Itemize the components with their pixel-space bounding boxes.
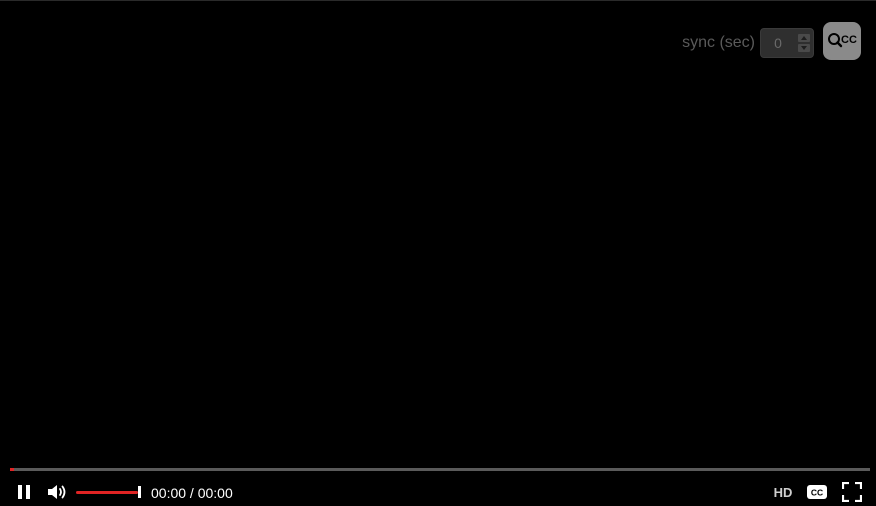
sync-seconds-value: 0 (774, 35, 782, 51)
spin-up-button[interactable] (798, 34, 810, 42)
spin-down-button[interactable] (798, 44, 810, 52)
sync-label: sync (sec) (682, 34, 755, 51)
progress-played (10, 468, 15, 471)
captions-text: CC (811, 488, 823, 498)
sync-seconds-input[interactable]: 0 (760, 28, 814, 58)
volume-icon (48, 485, 66, 499)
fullscreen-button[interactable] (840, 481, 864, 503)
volume-level (76, 491, 138, 494)
hd-quality-button[interactable]: HD (772, 481, 794, 503)
sync-control: sync (sec) 0 (682, 28, 814, 58)
pause-icon (18, 485, 30, 499)
search-captions-icon: CC (828, 33, 857, 48)
captions-button[interactable]: CC (806, 481, 828, 503)
fullscreen-icon (842, 482, 862, 502)
progress-bar[interactable] (10, 468, 870, 471)
video-player[interactable]: sync (sec) 0 CC 00:00 / 00:00 HD CC (0, 0, 876, 506)
pause-button[interactable] (14, 481, 34, 503)
volume-handle[interactable] (138, 486, 141, 498)
sync-spinner (798, 34, 810, 52)
volume-button[interactable] (45, 481, 69, 503)
search-captions-text: CC (841, 34, 857, 46)
time-display: 00:00 / 00:00 (151, 485, 233, 501)
captions-icon: CC (807, 485, 827, 499)
search-captions-button[interactable]: CC (823, 22, 861, 60)
volume-slider[interactable] (76, 486, 141, 498)
control-bar: 00:00 / 00:00 HD CC (0, 478, 876, 506)
